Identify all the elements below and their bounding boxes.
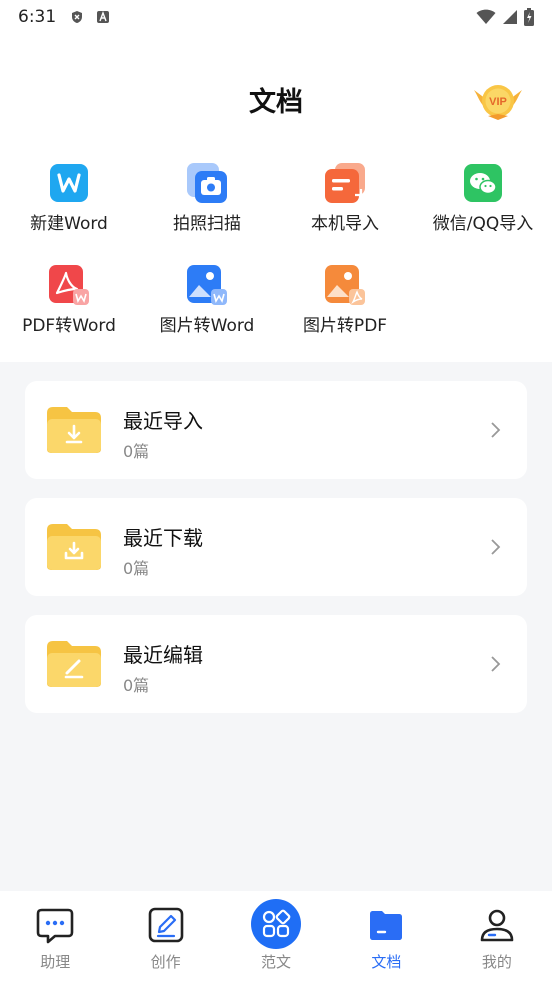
tool-pdf-to-word[interactable]: PDF转Word [0,265,138,336]
word-icon [50,164,88,202]
card-count: 0篇 [123,442,150,461]
status-time: 6:31 [18,7,57,27]
tool-label: 图片转PDF [302,316,388,336]
tool-label: 拍照扫描 [173,214,241,234]
nav-samples[interactable]: 范文 [221,891,331,983]
wifi-icon [476,9,496,24]
user-icon [480,909,514,942]
tool-label: 微信/QQ导入 [432,214,534,234]
image-to-word-icon [187,265,227,305]
nav-label: 创作 [150,953,181,971]
shield-notification-icon [72,11,83,23]
tool-local-import[interactable]: 本机导入 [276,163,414,234]
chevron-right-icon [491,539,501,555]
tool-image-to-word[interactable]: 图片转Word [138,265,276,336]
recent-edit-card[interactable]: 最近编辑 0篇 [25,615,527,713]
wechat-icon [464,164,502,202]
local-import-icon [325,163,365,203]
tool-label: PDF转Word [22,316,116,336]
vip-badge-icon[interactable]: VIP [470,80,526,122]
chat-bubble-icon [36,908,74,944]
pdf-to-word-icon [49,265,89,305]
recent-import-card[interactable]: 最近导入 0篇 [25,381,527,479]
tools-panel: 文档 VIP 新建Word 拍照扫描 本机导入 微信/QQ导入 PDF转Word… [0,34,552,362]
tool-image-to-pdf[interactable]: 图片转PDF [276,265,414,336]
tool-photo-scan[interactable]: 拍照扫描 [138,163,276,234]
tool-label: 本机导入 [311,214,379,234]
folder-edit-icon [47,641,101,687]
camera-scan-icon [187,163,227,203]
chevron-right-icon [491,656,501,672]
nav-label: 助理 [40,953,71,971]
nav-create[interactable]: 创作 [110,891,220,983]
nav-assistant[interactable]: 助理 [0,891,110,983]
signal-icon [503,10,517,24]
folder-download-icon [47,524,101,570]
chevron-right-icon [491,422,501,438]
card-title: 最近编辑 [123,643,203,667]
bottom-nav: 助理 创作 范文 文档 我的 [0,891,552,983]
tool-wechat-qq-import[interactable]: 微信/QQ导入 [414,163,552,234]
card-title: 最近导入 [123,409,203,433]
nav-label: 我的 [481,953,512,971]
status-bar: 6:31 [0,0,552,34]
pen-edit-icon [148,907,183,943]
nav-documents[interactable]: 文档 [331,891,441,983]
folder-import-icon [47,407,101,453]
card-count: 0篇 [123,559,150,578]
tool-label: 新建Word [30,214,108,234]
card-title: 最近下载 [123,526,203,550]
battery-icon [524,8,534,26]
vip-label: VIP [489,96,507,108]
tool-label: 图片转Word [159,316,255,336]
nav-label: 文档 [371,953,402,971]
nav-profile[interactable]: 我的 [442,891,552,983]
nav-label: 范文 [261,953,292,971]
grid-apps-icon [251,899,302,949]
image-to-pdf-icon [325,265,365,305]
card-count: 0篇 [123,676,150,695]
tool-new-word[interactable]: 新建Word [0,163,138,234]
folder-icon [370,911,403,940]
app-notification-icon [97,11,110,23]
recent-download-card[interactable]: 最近下载 0篇 [25,498,527,596]
